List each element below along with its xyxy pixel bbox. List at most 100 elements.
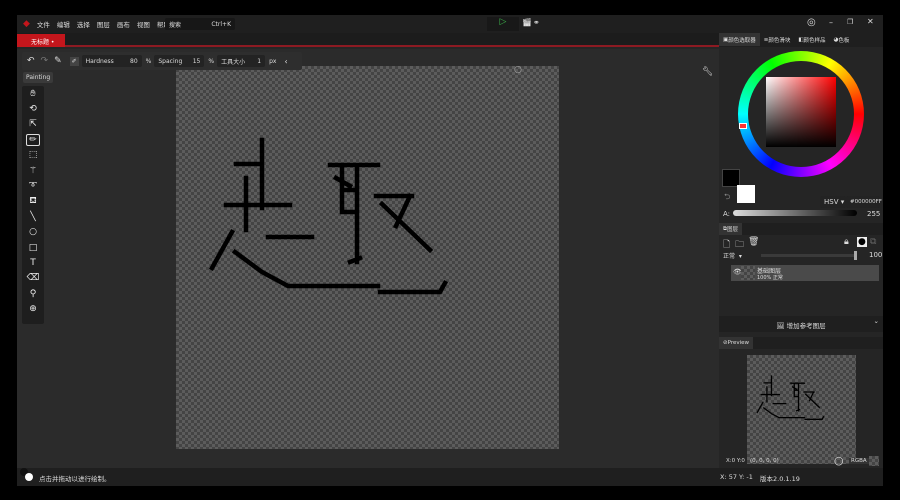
tool-hand[interactable]: ✋︎ [22, 86, 44, 101]
rect-select-icon: ⬚ [28, 150, 38, 161]
tool-lasso[interactable]: ➰︎ [22, 178, 44, 193]
hue-handle[interactable] [739, 123, 747, 129]
rectangle-icon: □ [28, 242, 38, 253]
tool-options-bar: ↶ ↷ ✎ ✐ Hardness 80 % Spacing 15 % 工具大小 1 p… [22, 52, 302, 70]
tool-palette: ✋︎ ⟲ ⇱ ✏︎ ⬚ ⚚ ➰︎ ⛾ ╲ ○ □ T ⌫ ⚲ ⊕ [22, 86, 44, 324]
menu-select[interactable]: 选择 [77, 19, 90, 29]
menu-view[interactable]: 视图 [137, 19, 150, 29]
spacing-field[interactable]: Spacing 15 [154, 55, 205, 67]
layer-opacity-slider[interactable] [761, 251, 857, 260]
hardness-label: Hardness [85, 57, 114, 65]
tab-preview[interactable]: ⊘ Preview [719, 337, 754, 349]
play-button[interactable]: ▷ [487, 17, 519, 31]
alpha-slider[interactable] [733, 210, 857, 216]
transparency-swatch [869, 456, 879, 466]
tool-text[interactable]: T [22, 255, 44, 270]
mask-icon[interactable]: ● [857, 237, 867, 247]
line-icon: ╲ [30, 211, 36, 222]
tool-size-label: 工具大小 [221, 58, 246, 66]
tool-size-value: 1 [257, 57, 262, 65]
color-mode-select[interactable]: HSV ▾ [820, 196, 846, 208]
account-icon[interactable]: ◎ [807, 17, 816, 28]
rotation-indicator-icon[interactable]: ○ [514, 65, 522, 75]
tool-line[interactable]: ╲ [22, 209, 44, 224]
fill-bucket-icon: ⛾ [29, 195, 37, 206]
zoom-icon: ⊕ [29, 304, 37, 315]
mode-badge-label: Painting [26, 74, 51, 81]
blend-mode-value: 正常 [723, 253, 736, 260]
pixel-rgba: (0, 0, 0, 0) [750, 458, 779, 464]
tool-eraser[interactable]: ⌫ [22, 271, 44, 286]
spacing-value: 15 [192, 57, 201, 65]
layer-info: 100% 正常 [757, 275, 783, 281]
search-shortcut: Ctrl+K [211, 20, 231, 28]
tool-size-field[interactable]: 工具大小 1 [217, 55, 266, 67]
link-icon[interactable]: ⚭ [533, 18, 540, 27]
collapse-chevron-icon[interactable]: ‹ [284, 57, 287, 66]
alpha-label: A: [723, 210, 731, 218]
tool-zoom[interactable]: ⊕ [22, 301, 44, 316]
menu-file[interactable]: 文件 [37, 19, 50, 29]
drawing-canvas[interactable] [176, 66, 559, 449]
tab-layers[interactable]: ⧉ 图层 [719, 223, 742, 235]
drawing-strokes [208, 137, 449, 295]
tool-rect-select[interactable]: ⬚ [22, 148, 44, 163]
tool-rectangle[interactable]: □ [22, 240, 44, 255]
minimize-button[interactable]: – [829, 18, 833, 27]
tool-select[interactable]: ⇱ [22, 117, 44, 132]
close-button[interactable]: ✕ [867, 17, 874, 26]
blend-mode-select[interactable]: 正常 ▾ [723, 251, 755, 260]
add-reference-layer-button[interactable]: 🖼︎ 增加参考图层 ⌄ [719, 316, 883, 332]
canvas-area[interactable]: ○ 🔧︎ [17, 49, 719, 468]
expand-chevron-icon[interactable]: ⌄ [874, 317, 879, 325]
tool-fill[interactable]: ⛾ [22, 194, 44, 209]
tab-label: Preview [727, 340, 750, 346]
hardness-value: 80 [130, 57, 138, 65]
delete-layer-icon[interactable]: 🗑 [748, 237, 759, 247]
preview-thumbnail[interactable] [747, 355, 856, 464]
tool-pencil[interactable]: ✏︎ [22, 132, 44, 147]
tab-color-sliders[interactable]: ≡ 颜色滑块 [760, 33, 795, 46]
tab-color-picker[interactable]: ▣ 颜色选取器 [719, 33, 760, 46]
edit-icon[interactable]: ✎ [54, 56, 62, 66]
document-tab[interactable]: 无标题 • [17, 34, 65, 47]
tool-rotate[interactable]: ⟲ [22, 101, 44, 116]
eraser-icon: ⌫ [26, 273, 40, 284]
layers-header: ⧉ 图层 [719, 223, 883, 235]
preview-strokes [756, 375, 825, 420]
swap-colors-icon[interactable]: ⮌ [724, 191, 730, 205]
lock-icon[interactable]: 🔒︎ [844, 237, 849, 247]
tool-size-unit: px [269, 57, 277, 65]
tool-ellipse[interactable]: ○ [22, 225, 44, 240]
spacing-label: Spacing [158, 57, 183, 65]
tool-eyedropper[interactable]: ⚲ [22, 286, 44, 301]
background-color-swatch[interactable] [737, 185, 755, 203]
settings-wrench-icon[interactable]: 🔧︎ [702, 67, 713, 77]
text-icon: T [30, 257, 36, 268]
menu-edit[interactable]: 编辑 [57, 19, 70, 29]
color-circle-icon: ○ [834, 454, 844, 467]
hex-input[interactable]: #000000FF [846, 196, 882, 208]
clone-layer-icon[interactable]: ⧉ [870, 237, 876, 247]
status-hint: 点击并拖动以进行绘制。 [39, 475, 111, 483]
pencil-icon: ✏︎ [26, 133, 40, 146]
tab-label: 颜色滑块 [768, 37, 791, 44]
tool-magic-wand[interactable]: ⚚ [22, 163, 44, 178]
brush-icon: ✐ [69, 56, 79, 66]
search-box[interactable]: 搜索 Ctrl+K [165, 18, 235, 30]
hardness-field[interactable]: Hardness 80 [81, 55, 142, 67]
tab-palette[interactable]: ◕ 色板 [830, 33, 854, 46]
tab-label: 颜色选取器 [728, 37, 756, 44]
clapper-icon[interactable]: 🎬︎ [522, 18, 532, 27]
app-window: ◆ 文件 编辑 选择 图层 画布 视图 帮助 搜索 Ctrl+K ▷ 🎬︎ ⚭ ◎… [17, 15, 883, 486]
layer-row[interactable]: 👁︎ 基础图层 100% 正常 [731, 265, 879, 281]
saturation-value-square[interactable] [766, 77, 836, 147]
undo-icon[interactable]: ↶ [27, 56, 35, 66]
eyedropper-icon: ⚲ [29, 288, 37, 299]
menu-canvas[interactable]: 画布 [117, 19, 130, 29]
menu-layer[interactable]: 图层 [97, 19, 110, 29]
tab-color-samples[interactable]: ◧ 颜色样品 [794, 33, 829, 46]
right-panel: ▣ 颜色选取器 ≡ 颜色滑块 ◧ 颜色样品 ◕ 色板 ⮌ HSV ▾ #000000F… [719, 33, 883, 468]
redo-icon[interactable]: ↷ [41, 56, 49, 66]
maximize-button[interactable]: ❐ [847, 18, 853, 26]
